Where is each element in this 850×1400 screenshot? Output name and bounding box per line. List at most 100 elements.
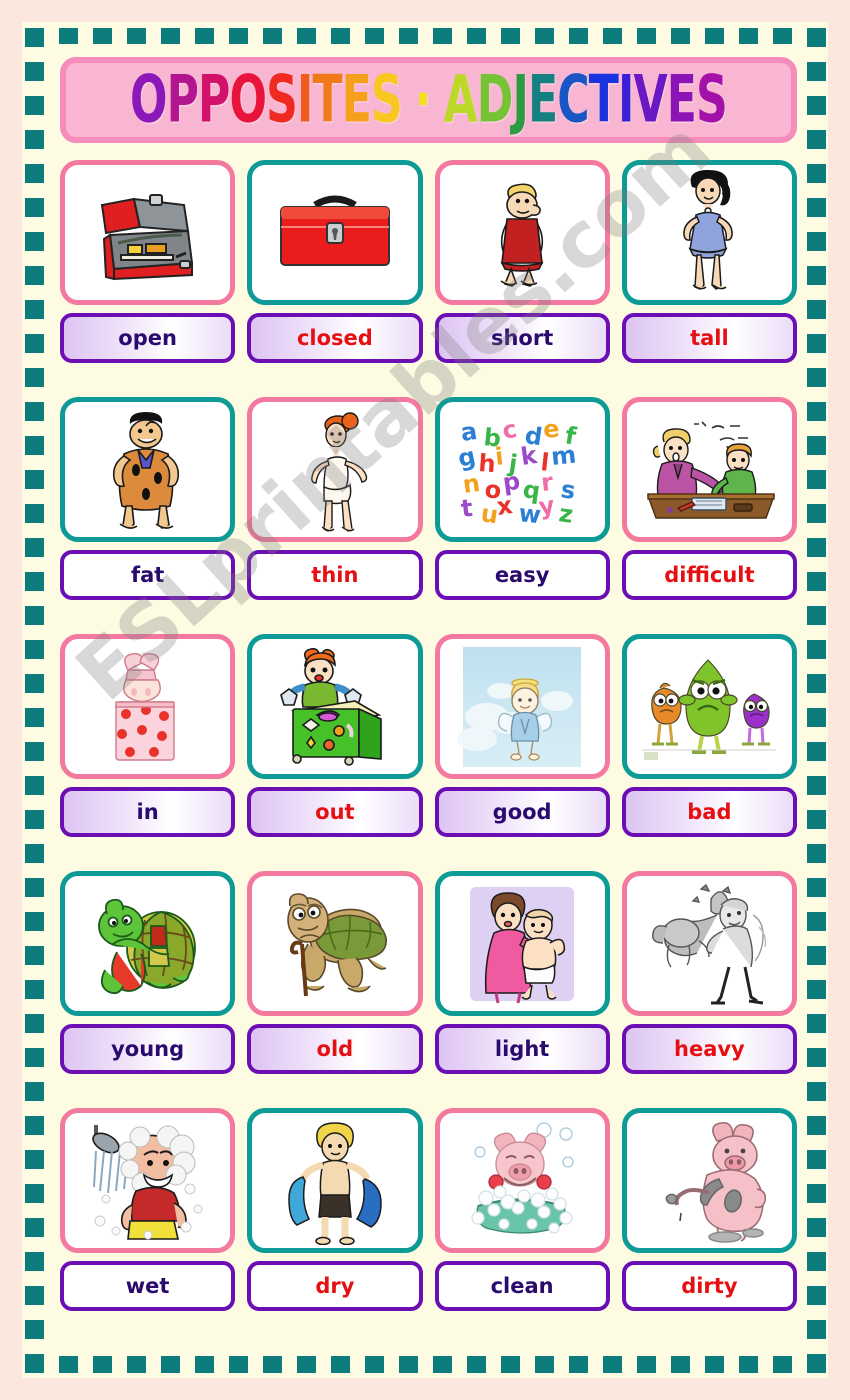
cat-in-box-icon [98,648,198,766]
word-label-text: thin [311,563,359,587]
picture-row [60,1108,797,1253]
title-letter: T [312,62,343,138]
border-dash [807,436,826,455]
border-dash [25,436,44,455]
picture-card[interactable] [621,634,797,779]
title-letter: I [297,62,313,138]
word-label-box[interactable]: open [60,313,236,363]
word-label-box[interactable]: old [247,1024,423,1074]
border-dash [807,1048,826,1067]
thin-woman-icon [294,405,376,535]
man-in-shower-icon [82,1117,214,1245]
picture-card[interactable] [60,1108,236,1253]
border-dash [25,28,44,47]
word-label-text: closed [296,326,373,350]
word-label-box[interactable]: out [247,787,423,837]
word-label-box[interactable]: in [60,787,236,837]
border-dash [25,1048,44,1067]
border-dash [807,572,826,591]
picture-card[interactable]: a b c d e f g h i j k l m n o p q r s t … [434,397,610,542]
title-letter [402,63,415,137]
border-dash [25,198,44,217]
border-dash [25,606,44,625]
border-dash [807,198,826,217]
picture-card[interactable] [621,160,797,305]
word-label-box[interactable]: tall [621,313,797,363]
word-label-box[interactable]: easy [434,550,610,600]
word-label-box[interactable]: dry [247,1261,423,1311]
word-label-text: bad [687,800,732,824]
word-label-text: light [494,1037,550,1061]
short-man-icon [485,175,559,291]
picture-card[interactable] [621,871,797,1016]
word-label-box[interactable]: thin [247,550,423,600]
picture-card[interactable] [247,160,423,305]
closed-toolbox-icon [271,187,399,279]
word-label-box[interactable]: good [434,787,610,837]
border-dash [25,470,44,489]
border-dash [501,1354,520,1373]
border-dash [807,1014,826,1033]
word-label-box[interactable]: clean [434,1261,610,1311]
border-dash [807,708,826,727]
picture-card[interactable] [434,1108,610,1253]
word-label-text: short [490,326,554,350]
jack-in-the-box-icon [273,645,397,769]
word-label-box[interactable]: young [60,1024,236,1074]
word-label-box[interactable]: dirty [621,1261,797,1311]
border-dash [25,334,44,353]
word-label-box[interactable]: light [434,1024,610,1074]
picture-card[interactable] [434,871,610,1016]
border-dash [807,1354,826,1373]
picture-card[interactable] [247,397,423,542]
page-title: OPPOSITES · ADJECTIVES [130,62,728,138]
picture-card[interactable] [60,871,236,1016]
border-dash [807,1320,826,1339]
fat-man-icon [100,408,196,532]
border-dash [25,1252,44,1271]
picture-card[interactable] [247,634,423,779]
border-dash [807,912,826,931]
word-label-box[interactable]: wet [60,1261,236,1311]
picture-card[interactable] [434,634,610,779]
title-banner-inner: OPPOSITES · ADJECTIVES [80,63,777,137]
word-label-box[interactable]: short [434,313,610,363]
border-dash [807,28,826,47]
border-dash [25,946,44,965]
title-letter: E [341,62,372,138]
picture-card[interactable] [621,1108,797,1253]
picture-card[interactable] [434,160,610,305]
word-label-text: difficult [664,563,755,587]
tall-woman-icon [666,167,752,299]
border-dash [25,1320,44,1339]
border-dash [807,878,826,897]
title-letter: S [371,62,403,138]
picture-card[interactable] [247,871,423,1016]
border-dash [807,606,826,625]
border-dash [807,1082,826,1101]
word-label-box[interactable]: difficult [621,550,797,600]
picture-card[interactable] [60,397,236,542]
word-label-box[interactable]: bad [621,787,797,837]
svg-text:z: z [557,499,575,525]
title-letter: C [557,62,589,138]
border-dash [25,742,44,761]
border-dash [25,164,44,183]
picture-card[interactable] [621,397,797,542]
border-dash [229,1354,248,1373]
border-dash [25,1354,44,1373]
picture-card[interactable] [60,634,236,779]
picture-card[interactable] [60,160,236,305]
border-dash [399,1354,418,1373]
svg-text:g: g [456,441,479,472]
border-dash [433,1354,452,1373]
border-dash [705,1354,724,1373]
border-dash [807,538,826,557]
picture-card[interactable] [247,1108,423,1253]
border-dash [807,1116,826,1135]
border-dash [807,742,826,761]
word-label-box[interactable]: heavy [621,1024,797,1074]
word-label-text: easy [494,563,550,587]
word-label-box[interactable]: fat [60,550,236,600]
word-label-box[interactable]: closed [247,313,423,363]
